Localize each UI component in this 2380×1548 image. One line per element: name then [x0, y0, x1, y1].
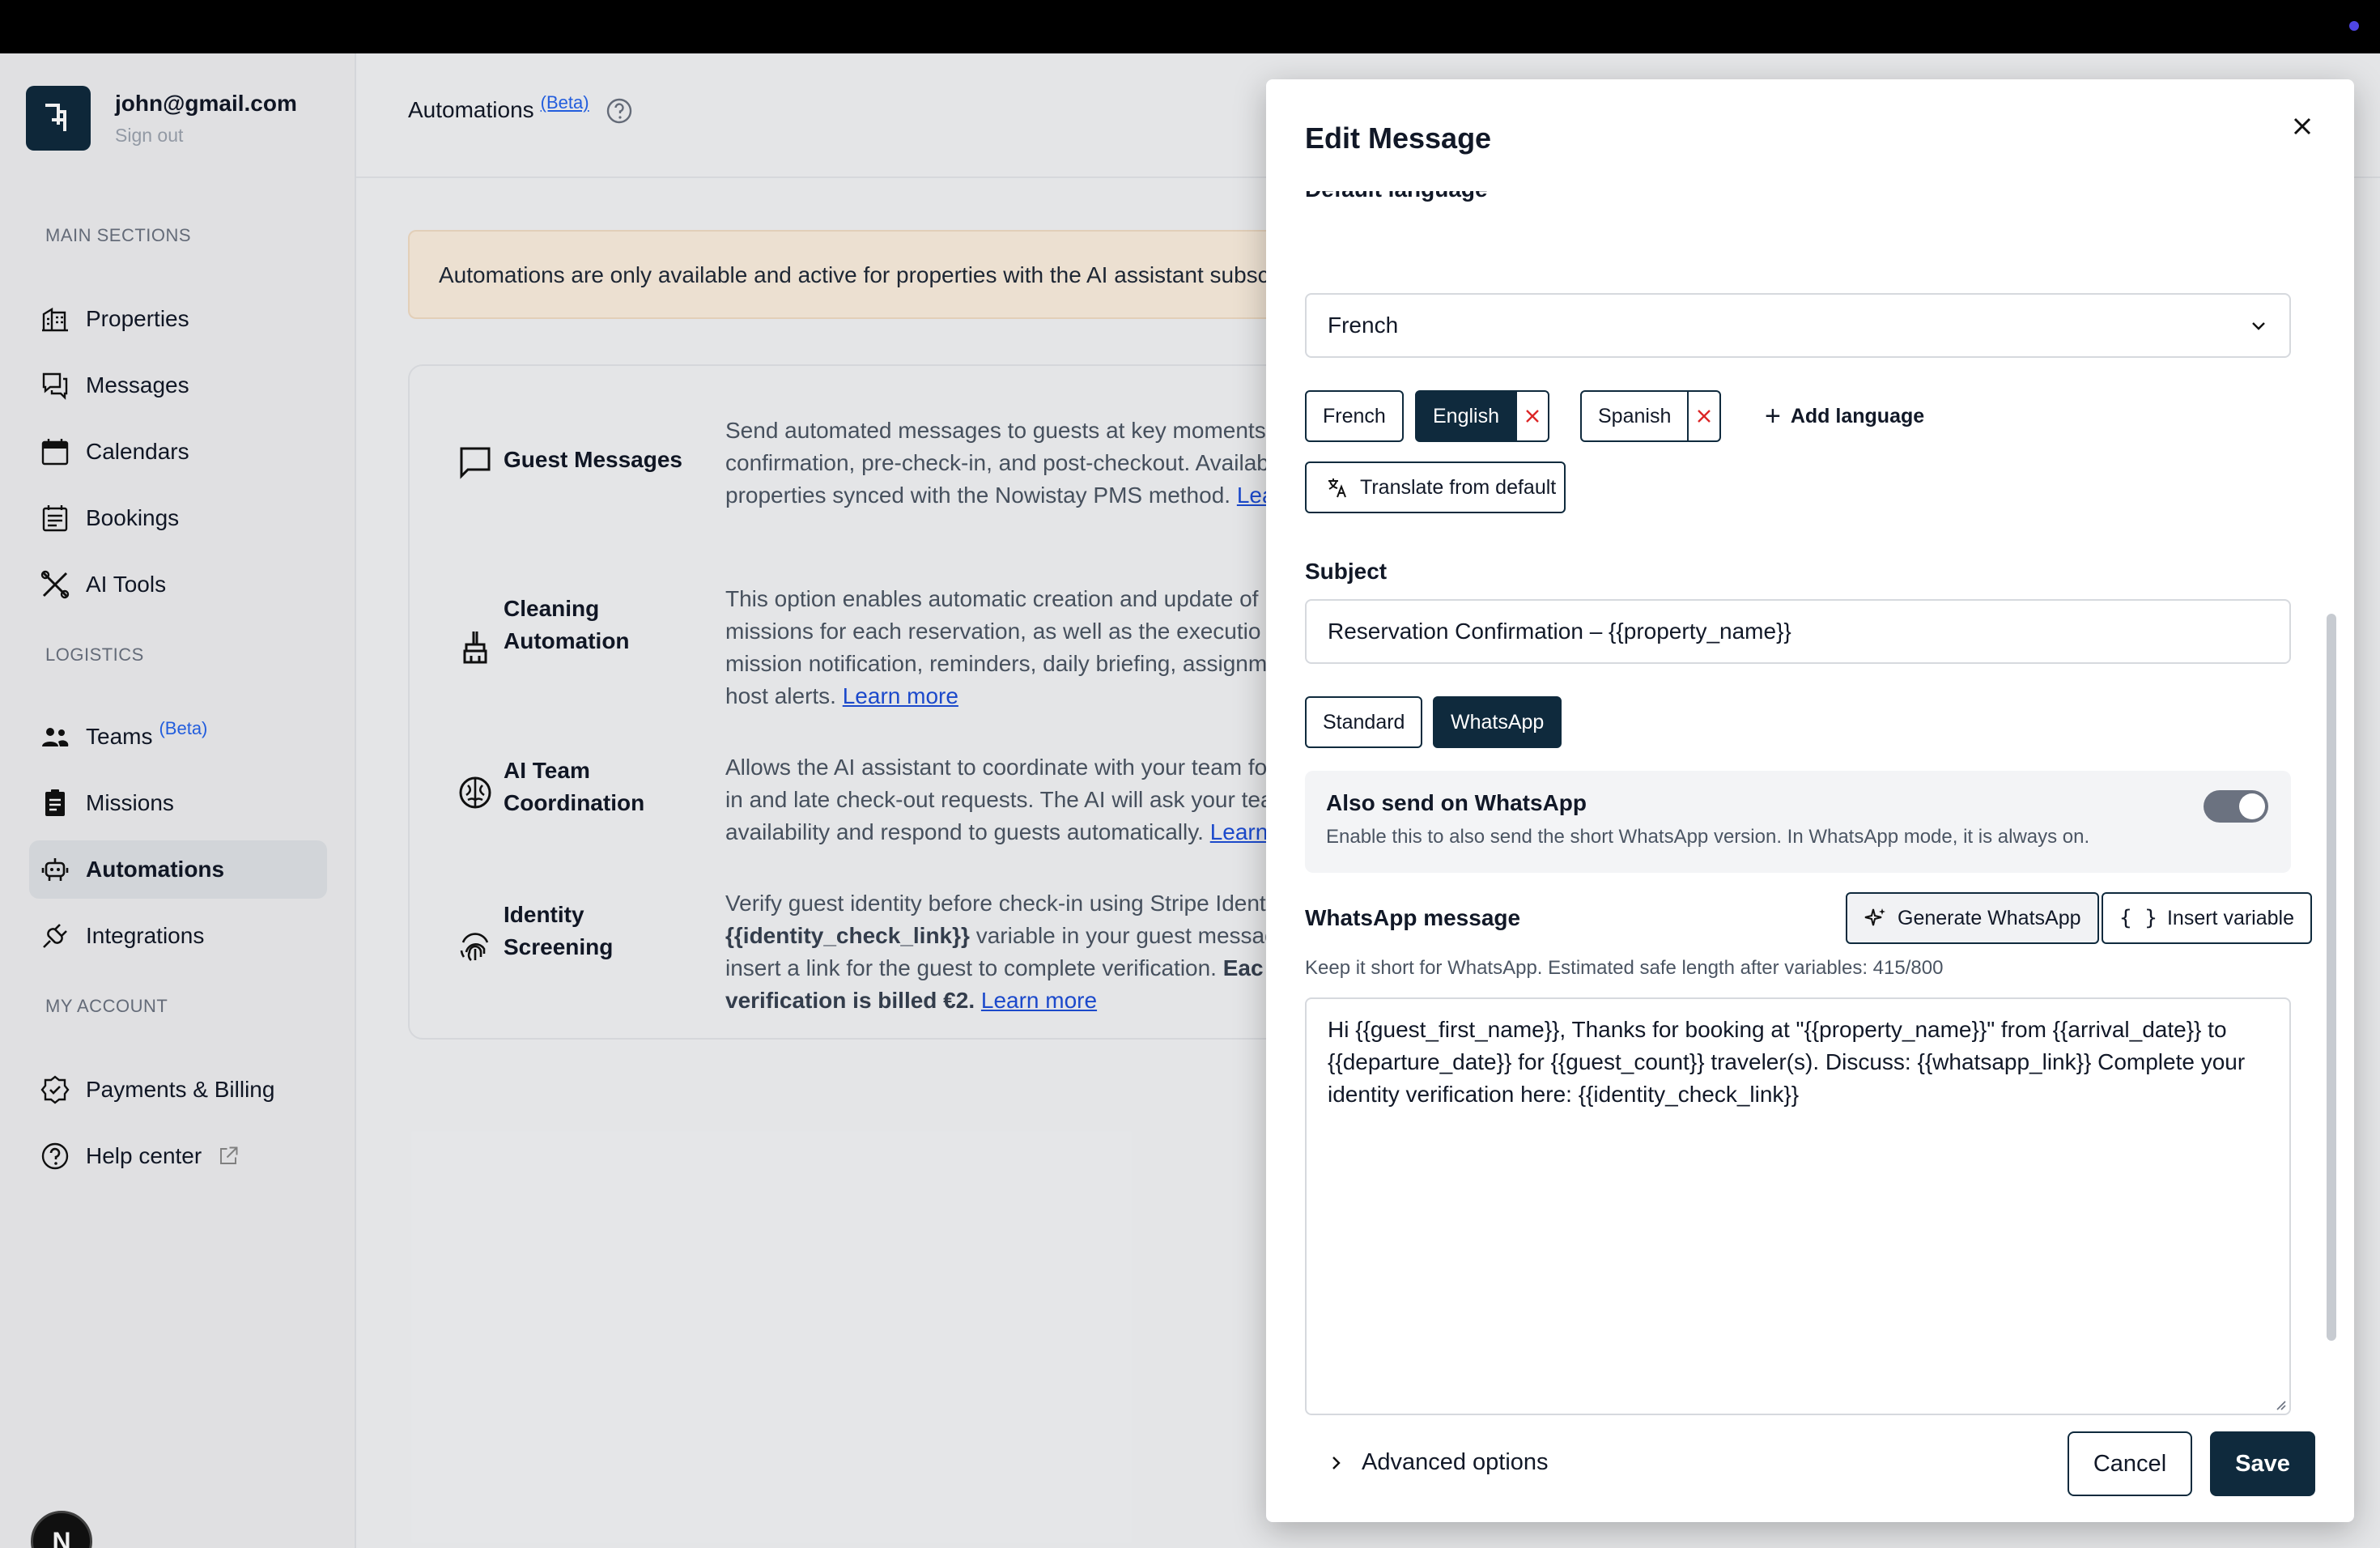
close-icon — [1526, 410, 1539, 423]
whatsapp-message-textarea[interactable]: Hi {{guest_first_name}}, Thanks for book… — [1305, 997, 2291, 1415]
chevron-down-icon — [2252, 322, 2265, 330]
top-bar — [0, 0, 2380, 53]
remove-language-button[interactable] — [1687, 392, 1719, 440]
dialog-body[interactable]: Default language French French English S… — [1266, 191, 2354, 1490]
default-language-label: Default language — [1305, 191, 1488, 202]
language-chip-spanish[interactable]: Spanish — [1580, 390, 1722, 442]
cancel-button[interactable]: Cancel — [2068, 1431, 2192, 1496]
resize-grip-icon[interactable] — [2273, 1397, 2286, 1410]
sparkles-icon — [1864, 908, 1885, 926]
whatsapp-toggle-title: Also send on WhatsApp — [1326, 790, 1587, 815]
language-chip-label: French — [1323, 404, 1386, 427]
whatsapp-toggle-panel: Also send on WhatsApp Enable this to als… — [1305, 771, 2291, 873]
edit-message-dialog: Edit Message Default language French Fre… — [1266, 79, 2354, 1522]
whatsapp-toggle[interactable] — [2204, 790, 2268, 823]
close-icon — [2293, 117, 2311, 135]
mode-whatsapp-button[interactable]: WhatsApp — [1433, 696, 1562, 748]
translate-icon — [1328, 478, 1346, 498]
status-dot — [2349, 21, 2359, 31]
plus-icon: + — [1765, 400, 1781, 432]
close-button[interactable] — [2284, 108, 2320, 144]
language-chip-english[interactable]: English — [1415, 390, 1549, 442]
whatsapp-toggle-description: Enable this to also send the short Whats… — [1326, 826, 2090, 848]
toggle-knob — [2239, 793, 2265, 819]
remove-language-button[interactable] — [1515, 392, 1548, 440]
mode-standard-button[interactable]: Standard — [1305, 696, 1423, 748]
select-value: French — [1328, 313, 1399, 338]
dialog-scrollbar[interactable] — [2327, 614, 2336, 1341]
insert-variable-button[interactable]: { } Insert variable — [2102, 892, 2312, 944]
length-hint: Keep it short for WhatsApp. Estimated sa… — [1305, 957, 1944, 979]
subject-input[interactable]: Reservation Confirmation – {{property_na… — [1305, 599, 2291, 664]
language-chip-label: English — [1417, 392, 1515, 440]
dialog-title: Edit Message — [1305, 121, 1492, 155]
advanced-options-toggle[interactable]: Advanced options — [1328, 1449, 1549, 1476]
add-language-button[interactable]: + Add language — [1765, 390, 1924, 442]
whatsapp-message-label: WhatsApp message — [1305, 905, 1521, 930]
subject-label: Subject — [1305, 559, 1388, 584]
generate-whatsapp-button[interactable]: Generate WhatsApp — [1846, 892, 2099, 944]
save-button[interactable]: Save — [2210, 1431, 2315, 1496]
chevron-right-icon — [1332, 1456, 1341, 1469]
close-icon — [1698, 410, 1711, 423]
translate-from-default-button[interactable]: Translate from default — [1305, 461, 1566, 513]
language-chip-label: Spanish — [1598, 404, 1672, 427]
default-language-select[interactable]: French — [1305, 293, 2291, 358]
message-text: Hi {{guest_first_name}}, Thanks for book… — [1328, 1017, 2246, 1107]
braces-icon: { } — [2119, 906, 2157, 930]
language-chip-french[interactable]: French — [1305, 390, 1404, 442]
